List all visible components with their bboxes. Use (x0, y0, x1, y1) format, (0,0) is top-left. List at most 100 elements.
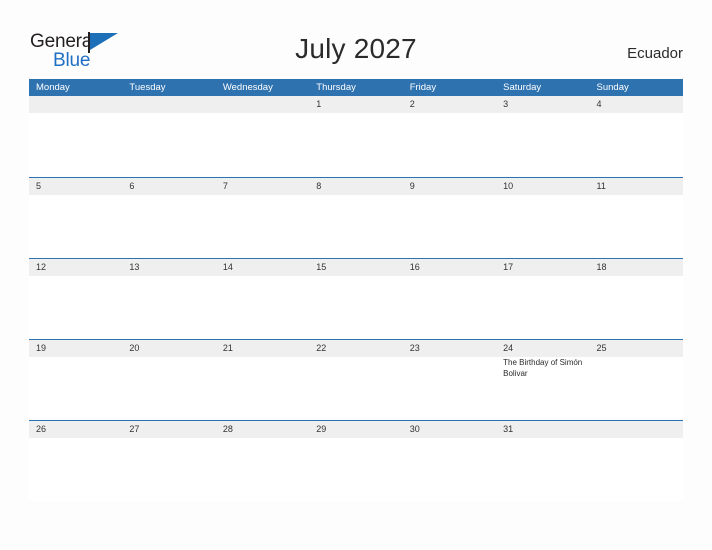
weekday-header-wednesday: Wednesday (222, 82, 273, 93)
day-cell-10[interactable] (496, 195, 589, 258)
day-cell-25[interactable] (590, 357, 683, 420)
holiday-event: The Birthday of Simón Bolivar (503, 358, 583, 378)
page-header: General Blue July 2027 Ecuador (0, 0, 712, 78)
day-number-14[interactable]: 14 (216, 259, 309, 276)
day-cell-6[interactable] (122, 195, 215, 258)
week-date-band: 19 20 21 22 23 24 25 (29, 340, 683, 357)
weekday-header-monday: Monday (36, 82, 70, 93)
day-cell-5[interactable] (29, 195, 122, 258)
calendar-week-row: 1234 (29, 96, 683, 177)
day-cell-27[interactable] (122, 438, 215, 501)
day-cell-15[interactable] (309, 276, 402, 339)
weekday-header-tuesday: Tuesday (129, 82, 166, 93)
day-number-empty (122, 96, 215, 113)
day-cell-1[interactable] (309, 113, 402, 176)
day-number-31[interactable]: 31 (496, 421, 589, 438)
day-cell-30[interactable] (403, 438, 496, 501)
day-cell-11[interactable] (590, 195, 683, 258)
day-number-6[interactable]: 6 (122, 178, 215, 195)
calendar-week-row: 19 20 21 22 23 24 25 The Birthday of Simón Boli… (29, 339, 683, 420)
calendar-week-row: 12 13 14 15 16 17 18 (29, 258, 683, 339)
day-number-19[interactable]: 19 (29, 340, 122, 357)
week-event-body: The Birthday of Simón Bolivar (29, 357, 683, 420)
weekday-header-row: Monday Tuesday Wednesday Thursday Friday Satu… (29, 79, 683, 96)
day-cell-empty (216, 113, 309, 176)
day-number-22[interactable]: 22 (309, 340, 402, 357)
day-number-1[interactable]: 1 (309, 96, 402, 113)
day-cell-24[interactable]: The Birthday of Simón Bolivar (496, 357, 589, 420)
day-number-4[interactable]: 4 (590, 96, 683, 113)
day-cell-18[interactable] (590, 276, 683, 339)
day-number-5[interactable]: 5 (29, 178, 122, 195)
day-number-7[interactable]: 7 (216, 178, 309, 195)
week-event-body (29, 438, 683, 501)
day-cell-empty (29, 113, 122, 176)
day-cell-23[interactable] (403, 357, 496, 420)
calendar-week-row: 5 6 7 8 9 10 11 (29, 177, 683, 258)
day-cell-empty (122, 113, 215, 176)
day-number-2[interactable]: 2 (403, 96, 496, 113)
day-number-empty (216, 96, 309, 113)
day-cell-26[interactable] (29, 438, 122, 501)
day-number-28[interactable]: 28 (216, 421, 309, 438)
week-date-band: 1234 (29, 96, 683, 113)
day-number-16[interactable]: 16 (403, 259, 496, 276)
day-cell-28[interactable] (216, 438, 309, 501)
week-date-band: 26 27 28 29 30 31 (29, 421, 683, 438)
day-number-29[interactable]: 29 (309, 421, 402, 438)
day-number-21[interactable]: 21 (216, 340, 309, 357)
page-title: July 2027 (295, 33, 417, 64)
day-cell-8[interactable] (309, 195, 402, 258)
day-cell-3[interactable] (496, 113, 589, 176)
day-cell-16[interactable] (403, 276, 496, 339)
day-number-24[interactable]: 24 (496, 340, 589, 357)
weekday-header-thursday: Thursday (316, 82, 356, 93)
week-event-body (29, 276, 683, 339)
week-event-body (29, 113, 683, 176)
day-number-27[interactable]: 27 (122, 421, 215, 438)
day-number-8[interactable]: 8 (309, 178, 402, 195)
calendar-grid: Monday Tuesday Wednesday Thursday Friday Satu… (29, 79, 683, 501)
day-number-20[interactable]: 20 (122, 340, 215, 357)
day-number-10[interactable]: 10 (496, 178, 589, 195)
day-cell-21[interactable] (216, 357, 309, 420)
day-cell-9[interactable] (403, 195, 496, 258)
day-number-26[interactable]: 26 (29, 421, 122, 438)
day-cell-7[interactable] (216, 195, 309, 258)
day-cell-14[interactable] (216, 276, 309, 339)
day-cell-31[interactable] (496, 438, 589, 501)
day-number-15[interactable]: 15 (309, 259, 402, 276)
week-date-band: 12 13 14 15 16 17 18 (29, 259, 683, 276)
calendar-week-row: 26 27 28 29 30 31 (29, 420, 683, 501)
day-number-12[interactable]: 12 (29, 259, 122, 276)
calendar-page: General Blue July 2027 Ecuador Monday Tue… (0, 0, 712, 550)
day-cell-19[interactable] (29, 357, 122, 420)
day-cell-13[interactable] (122, 276, 215, 339)
week-date-band: 5 6 7 8 9 10 11 (29, 178, 683, 195)
day-cell-4[interactable] (590, 113, 683, 176)
day-cell-empty (590, 438, 683, 501)
day-cell-17[interactable] (496, 276, 589, 339)
day-number-18[interactable]: 18 (590, 259, 683, 276)
day-number-9[interactable]: 9 (403, 178, 496, 195)
day-cell-12[interactable] (29, 276, 122, 339)
weekday-header-sunday: Sunday (596, 82, 629, 93)
day-number-23[interactable]: 23 (403, 340, 496, 357)
weekday-header-friday: Friday (409, 82, 437, 93)
day-number-3[interactable]: 3 (496, 96, 589, 113)
day-number-empty (590, 421, 683, 438)
calendar-weeks: 1 2 3 4 5 6 7 8 9 10 11 12 13 14 15 16 17 18 19 20 21 22 23 24 2… (29, 96, 683, 501)
day-number-30[interactable]: 30 (403, 421, 496, 438)
weekday-header-saturday: Saturday (503, 82, 542, 93)
day-cell-22[interactable] (309, 357, 402, 420)
country-label: Ecuador (627, 45, 683, 62)
day-number-empty (29, 96, 122, 113)
day-cell-2[interactable] (403, 113, 496, 176)
day-number-13[interactable]: 13 (122, 259, 215, 276)
day-number-17[interactable]: 17 (496, 259, 589, 276)
day-number-11[interactable]: 11 (590, 178, 683, 195)
day-number-25[interactable]: 25 (590, 340, 683, 357)
week-event-body (29, 195, 683, 258)
day-cell-29[interactable] (309, 438, 402, 501)
day-cell-20[interactable] (122, 357, 215, 420)
